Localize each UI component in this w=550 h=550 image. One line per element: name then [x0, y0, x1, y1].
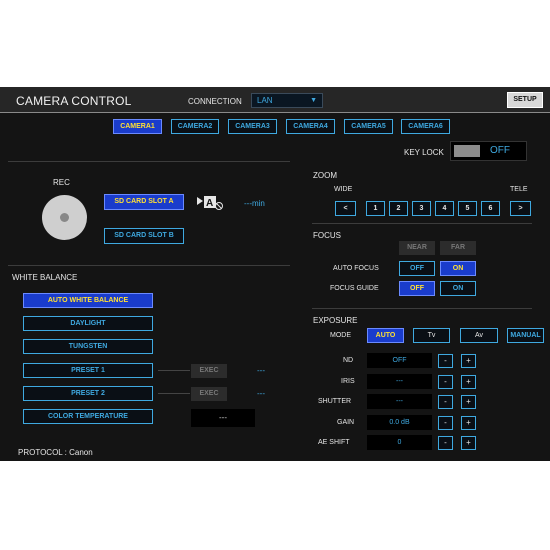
focus-far-button[interactable]: FAR: [440, 241, 476, 255]
preset1-value: ---: [257, 366, 265, 375]
divider: [8, 265, 290, 266]
preset1-button[interactable]: PRESET 1: [23, 363, 153, 378]
auto-focus-on-button[interactable]: ON: [440, 261, 476, 276]
zoom-wide-button[interactable]: <: [335, 201, 356, 216]
record-button[interactable]: [42, 195, 87, 240]
zoom-wide-label: WIDE: [334, 186, 353, 193]
gain-value: 0.0 dB: [367, 415, 432, 430]
divider: [312, 308, 532, 309]
focus-guide-off-button[interactable]: OFF: [399, 281, 435, 296]
tab-camera5[interactable]: CAMERA5: [344, 119, 393, 134]
gain-minus-button[interactable]: -: [438, 416, 453, 430]
auto-focus-label: AUTO FOCUS: [333, 265, 379, 272]
zoom-step-2[interactable]: 2: [389, 201, 408, 216]
toggle-knob: [454, 145, 480, 157]
shutter-minus-button[interactable]: -: [438, 395, 453, 409]
shutter-plus-button[interactable]: +: [461, 395, 476, 409]
auto-slot-switch-icon: A: [197, 194, 227, 215]
iris-label: IRIS: [341, 378, 355, 385]
tab-camera1[interactable]: CAMERA1: [113, 119, 162, 134]
ae-shift-label: AE SHIFT: [318, 439, 350, 446]
gain-plus-button[interactable]: +: [461, 416, 476, 430]
nd-label: ND: [343, 357, 354, 364]
sd-card-slot-b-button[interactable]: SD CARD SLOT B: [104, 228, 184, 244]
connector-line: [158, 370, 190, 371]
preset2-button[interactable]: PRESET 2: [23, 386, 153, 401]
divider: [8, 161, 290, 162]
focus-title: FOCUS: [313, 231, 341, 240]
focus-near-button[interactable]: NEAR: [399, 241, 435, 255]
mode-label: MODE: [330, 332, 351, 339]
zoom-step-4[interactable]: 4: [435, 201, 454, 216]
svg-text:A: A: [206, 198, 213, 209]
setup-button[interactable]: SETUP: [507, 92, 543, 108]
app-title: CAMERA CONTROL: [16, 94, 132, 108]
iris-value: ---: [367, 374, 432, 389]
mode-tv-button[interactable]: Tv: [413, 328, 450, 343]
key-lock-state: OFF: [490, 145, 510, 156]
key-lock-toggle[interactable]: OFF: [450, 141, 527, 161]
white-balance-title: WHITE BALANCE: [12, 273, 78, 282]
zoom-step-6[interactable]: 6: [481, 201, 500, 216]
zoom-step-5[interactable]: 5: [458, 201, 477, 216]
auto-white-balance-button[interactable]: AUTO WHITE BALANCE: [23, 293, 153, 308]
nd-minus-button[interactable]: -: [438, 354, 453, 368]
ae-shift-minus-button[interactable]: -: [438, 436, 453, 450]
zoom-step-3[interactable]: 3: [412, 201, 431, 216]
rec-label: REC: [53, 178, 70, 187]
nd-value: OFF: [367, 353, 432, 368]
tab-camera4[interactable]: CAMERA4: [286, 119, 335, 134]
remaining-time: ---min: [244, 199, 265, 208]
gain-label: GAIN: [337, 419, 355, 426]
focus-guide-on-button[interactable]: ON: [440, 281, 476, 296]
header-bar: CAMERA CONTROL CONNECTION LAN ▼ SETUP: [0, 87, 550, 113]
connection-select[interactable]: LAN ▼: [251, 93, 323, 108]
zoom-step-1[interactable]: 1: [366, 201, 385, 216]
mode-manual-button[interactable]: MANUAL: [507, 328, 544, 343]
auto-focus-off-button[interactable]: OFF: [399, 261, 435, 276]
tab-camera3[interactable]: CAMERA3: [228, 119, 277, 134]
ae-shift-value: 0: [367, 435, 432, 450]
preset2-exec-button[interactable]: EXEC: [191, 387, 227, 401]
connection-label: CONNECTION: [188, 97, 242, 106]
zoom-tele-label: TELE: [510, 186, 528, 193]
color-temperature-value: ---: [191, 409, 255, 427]
divider: [312, 223, 532, 224]
record-dot: [60, 213, 69, 222]
sd-card-slot-a-button[interactable]: SD CARD SLOT A: [104, 194, 184, 210]
mode-auto-button[interactable]: AUTO: [367, 328, 404, 343]
connector-line: [158, 393, 190, 394]
nd-plus-button[interactable]: +: [461, 354, 476, 368]
connection-value: LAN: [257, 96, 273, 105]
camera-control-panel: CAMERA CONTROL CONNECTION LAN ▼ SETUP CA…: [0, 87, 550, 461]
exposure-title: EXPOSURE: [313, 316, 358, 325]
zoom-title: ZOOM: [313, 171, 337, 180]
tab-camera2[interactable]: CAMERA2: [171, 119, 219, 134]
ae-shift-plus-button[interactable]: +: [461, 436, 476, 450]
color-temperature-button[interactable]: COLOR TEMPERATURE: [23, 409, 153, 424]
iris-minus-button[interactable]: -: [438, 375, 453, 389]
preset2-value: ---: [257, 389, 265, 398]
mode-av-button[interactable]: Av: [460, 328, 498, 343]
key-lock-label: KEY LOCK: [404, 148, 444, 157]
zoom-tele-button[interactable]: >: [510, 201, 531, 216]
focus-guide-label: FOCUS GUIDE: [330, 285, 379, 292]
daylight-button[interactable]: DAYLIGHT: [23, 316, 153, 331]
shutter-value: ---: [367, 394, 432, 409]
iris-plus-button[interactable]: +: [461, 375, 476, 389]
tungsten-button[interactable]: TUNGSTEN: [23, 339, 153, 354]
shutter-label: SHUTTER: [318, 398, 352, 405]
chevron-down-icon: ▼: [310, 97, 317, 104]
tab-camera6[interactable]: CAMERA6: [401, 119, 450, 134]
preset1-exec-button[interactable]: EXEC: [191, 364, 227, 378]
protocol-label: PROTOCOL : Canon: [18, 448, 93, 457]
